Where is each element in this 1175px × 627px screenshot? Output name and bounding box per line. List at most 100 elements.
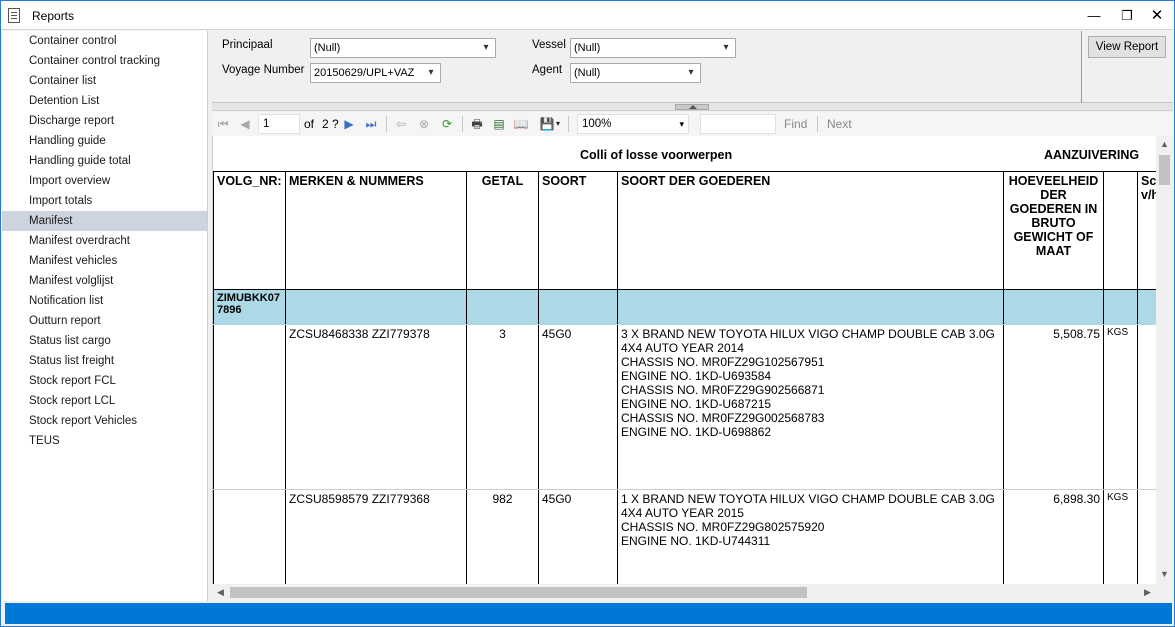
voyage-number-select[interactable]: 20150629/UPL+VAZ ▾ <box>310 63 441 83</box>
report-toolbar: ⏮ ◀ 1 of 2 ? ▶ ⏭ ⇦ ⊗ ⟳ 🖶 ▤ 📖 💾 ▾ 100% ▾ … <box>212 112 1173 136</box>
horizontal-scroll-thumb[interactable] <box>230 587 807 598</box>
chevron-down-icon: ▾ <box>483 42 489 53</box>
reports-window: Reports — ❐ ✕ Container control Container… <box>0 0 1175 627</box>
voyage-number-label: Voyage Number <box>222 64 305 76</box>
unit-cell: KGS <box>1103 489 1138 584</box>
table-row: ZCSU8598579 ZZI779368 982 45G0 1 X BRAND… <box>213 489 1156 584</box>
vertical-scrollbar[interactable]: ▲ ▼ <box>1156 136 1173 601</box>
next-page-icon[interactable]: ▶ <box>342 115 356 133</box>
sidebar-item-stock-report-vehicles[interactable]: Stock report Vehicles <box>2 411 207 431</box>
maximize-button[interactable]: ❐ <box>1110 1 1144 30</box>
last-page-icon[interactable]: ⏭ <box>363 115 379 133</box>
parameter-splitter[interactable] <box>212 103 1173 111</box>
column-header: GETAL <box>466 171 539 290</box>
sidebar-item-status-list-freight[interactable]: Status list freight <box>2 351 207 371</box>
page-setup-icon[interactable]: 📖 <box>513 115 529 133</box>
sidebar-item-manifest-overdracht[interactable]: Manifest overdracht <box>2 231 207 251</box>
status-bar <box>5 603 1172 624</box>
sidebar-item-manifest[interactable]: Manifest <box>2 211 207 231</box>
report-viewer: Principaal (Null) ▾ Voyage Number 201506… <box>212 31 1173 601</box>
vertical-scroll-thumb[interactable] <box>1159 155 1170 185</box>
window-title: Reports <box>32 9 75 23</box>
sidebar-item-outturn-report[interactable]: Outturn report <box>2 311 207 331</box>
toolbar-separator <box>817 116 818 132</box>
sidebar-item-container-control-tracking[interactable]: Container control tracking <box>2 51 207 71</box>
sidebar-item-teus[interactable]: TEUS <box>2 431 207 451</box>
toolbar-separator <box>568 116 569 132</box>
type-cell: 45G0 <box>538 489 618 584</box>
of-label: of <box>304 117 315 131</box>
column-header: VOLG_NR: <box>213 171 286 290</box>
print-icon[interactable]: 🖶 <box>468 115 486 133</box>
previous-page-icon[interactable]: ◀ <box>238 115 252 133</box>
find-next-button[interactable]: Next <box>827 115 852 133</box>
column-header: Sc v/h <box>1137 171 1156 290</box>
sidebar-item-discharge-report[interactable]: Discharge report <box>2 111 207 131</box>
scroll-left-icon[interactable]: ◀ <box>212 584 229 601</box>
document-icon <box>8 8 20 23</box>
scroll-down-icon[interactable]: ▼ <box>1156 566 1173 583</box>
parameter-area: Principaal (Null) ▾ Voyage Number 201506… <box>212 31 1173 103</box>
report-page: Colli of losse voorwerpen AANZUIVERING V… <box>212 136 1156 584</box>
agent-label: Agent <box>532 64 563 76</box>
close-button[interactable]: ✕ <box>1140 1 1174 30</box>
chevron-down-icon: ▾ <box>428 67 434 78</box>
scroll-right-icon[interactable]: ▶ <box>1139 584 1156 601</box>
principaal-label: Principaal <box>222 39 273 51</box>
marks-cell: ZCSU8468338 ZZI779378 <box>285 324 467 490</box>
page-total: 2 ? <box>322 117 339 131</box>
weight-cell: 5,508.75 <box>1003 324 1104 490</box>
manifest-table: VOLG_NR: MERKEN & NUMMERS GETAL SOORT SOORT … <box>213 171 1156 584</box>
sidebar-item-detention-list[interactable]: Detention List <box>2 91 207 111</box>
find-button[interactable]: Find <box>784 115 807 133</box>
sidebar-item-import-totals[interactable]: Import totals <box>2 191 207 211</box>
collapse-handle[interactable] <box>675 104 709 110</box>
sidebar-item-stock-report-lcl[interactable]: Stock report LCL <box>2 391 207 411</box>
agent-select[interactable]: (Null) ▾ <box>570 63 701 83</box>
zoom-select[interactable]: 100% ▾ <box>577 114 689 134</box>
table-header: VOLG_NR: MERKEN & NUMMERS GETAL SOORT SOORT … <box>213 171 1156 290</box>
refresh-icon[interactable]: ⟳ <box>439 115 455 133</box>
sidebar-item-status-list-cargo[interactable]: Status list cargo <box>2 331 207 351</box>
sidebar-item-import-overview[interactable]: Import overview <box>2 171 207 191</box>
principaal-select[interactable]: (Null) ▾ <box>310 38 496 58</box>
minimize-button[interactable]: — <box>1077 1 1111 30</box>
horizontal-scrollbar[interactable]: ◀ ▶ <box>212 584 1156 601</box>
column-header: HOEVEELHEID DER GOEDEREN IN BRUTO GEWICH… <box>1003 171 1104 290</box>
vessel-select[interactable]: (Null) ▾ <box>570 38 736 58</box>
group-row: ZIMUBKK077896 <box>213 289 1156 325</box>
column-header: SOORT <box>538 171 618 290</box>
title-bar: Reports — ❐ ✕ <box>1 1 1174 30</box>
count-cell: 3 <box>466 324 539 490</box>
chevron-down-icon: ▾ <box>679 119 684 129</box>
count-cell: 982 <box>466 489 539 584</box>
parameter-divider <box>1081 31 1082 103</box>
first-page-icon[interactable]: ⏮ <box>216 115 230 133</box>
sidebar-item-stock-report-fcl[interactable]: Stock report FCL <box>2 371 207 391</box>
toolbar-separator <box>386 116 387 132</box>
report-title: Colli of losse voorwerpen <box>580 148 733 162</box>
type-cell: 45G0 <box>538 324 618 490</box>
sidebar-item-container-list[interactable]: Container list <box>2 71 207 91</box>
table-row: ZCSU8468338 ZZI779378 3 45G0 3 X BRAND N… <box>213 324 1156 490</box>
back-icon[interactable]: ⇦ <box>394 115 408 133</box>
scroll-up-icon[interactable]: ▲ <box>1156 136 1173 153</box>
find-input[interactable] <box>700 114 776 134</box>
chevron-down-icon: ▾ <box>688 67 694 78</box>
weight-cell: 6,898.30 <box>1003 489 1104 584</box>
sidebar-item-manifest-volglijst[interactable]: Manifest volglijst <box>2 271 207 291</box>
sidebar-item-handling-guide-total[interactable]: Handling guide total <box>2 151 207 171</box>
sidebar-item-handling-guide[interactable]: Handling guide <box>2 131 207 151</box>
toolbar-separator <box>462 116 463 132</box>
sidebar-item-notification-list[interactable]: Notification list <box>2 291 207 311</box>
vessel-label: Vessel <box>532 39 566 51</box>
stop-icon[interactable]: ⊗ <box>416 115 432 133</box>
page-number-input[interactable]: 1 <box>258 114 300 134</box>
print-layout-icon[interactable]: ▤ <box>491 115 507 133</box>
sidebar-item-container-control[interactable]: Container control <box>2 31 207 51</box>
column-header: SOORT DER GOEDEREN <box>617 171 1004 290</box>
view-report-button[interactable]: View Report <box>1088 36 1166 58</box>
group-id: ZIMUBKK077896 <box>213 289 286 325</box>
chevron-down-icon[interactable]: ▾ <box>554 115 562 133</box>
sidebar-item-manifest-vehicles[interactable]: Manifest vehicles <box>2 251 207 271</box>
